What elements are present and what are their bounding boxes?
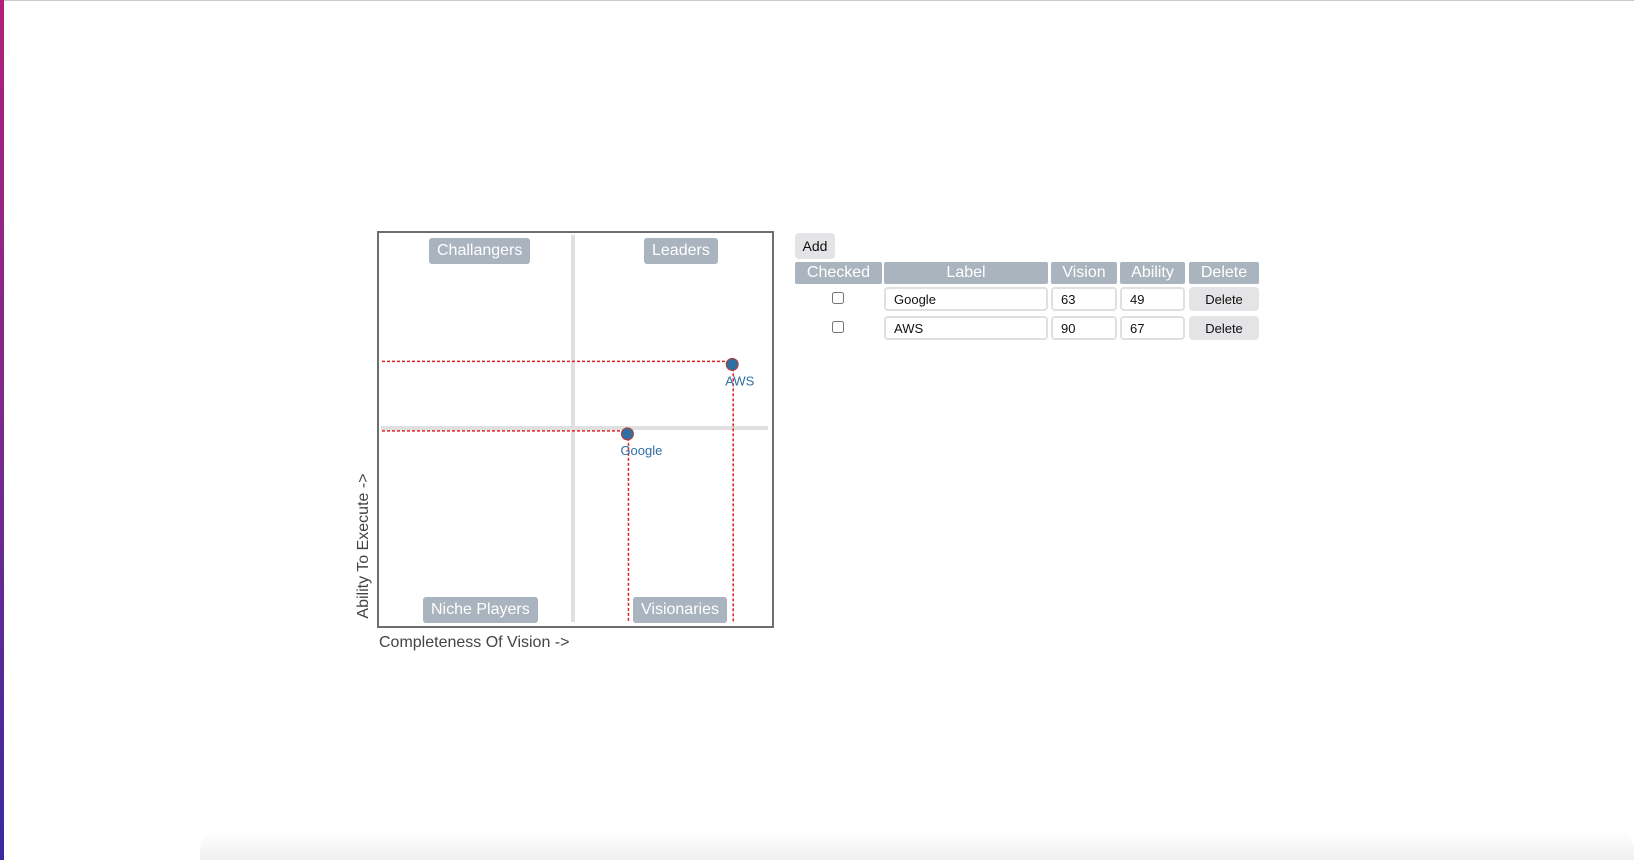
- add-button[interactable]: Add: [795, 233, 835, 259]
- data-point: [725, 357, 739, 371]
- row-checkbox[interactable]: [832, 292, 844, 304]
- column-header-vision: Vision: [1051, 262, 1117, 284]
- row-checkbox[interactable]: [832, 321, 844, 333]
- ability-input[interactable]: [1120, 287, 1185, 311]
- column-header-ability: Ability: [1120, 262, 1185, 284]
- point-label: Google: [620, 443, 662, 458]
- delete-button[interactable]: Delete: [1189, 316, 1259, 340]
- vision-input[interactable]: [1051, 287, 1117, 311]
- point-label: AWS: [725, 373, 754, 388]
- chart-plot-area: Google AWS: [381, 235, 768, 622]
- label-input[interactable]: [884, 316, 1048, 340]
- quadrant-label-leaders: Leaders: [644, 238, 718, 264]
- quadrant-label-challengers: Challangers: [429, 238, 531, 264]
- label-input[interactable]: [884, 287, 1048, 311]
- data-point: [620, 427, 634, 441]
- column-header-checked: Checked: [795, 262, 882, 284]
- x-axis-label: Completeness Of Vision ->: [379, 634, 570, 651]
- bottom-shadow: [200, 830, 1634, 860]
- quadrant-label-visionaries: Visionaries: [633, 597, 727, 623]
- quadrant-label-niche-players: Niche Players: [423, 597, 538, 623]
- window-left-accent: [0, 0, 4, 860]
- column-header-delete: Delete: [1189, 262, 1259, 284]
- vision-input[interactable]: [1051, 316, 1117, 340]
- ability-input[interactable]: [1120, 316, 1185, 340]
- column-header-label: Label: [884, 262, 1048, 284]
- y-axis-label: Ability To Execute ->: [355, 473, 372, 619]
- magic-quadrant-chart: Google AWS Challangers Leaders Niche Play…: [377, 231, 774, 628]
- window-top-border: [0, 0, 1634, 1]
- delete-button[interactable]: Delete: [1189, 287, 1259, 311]
